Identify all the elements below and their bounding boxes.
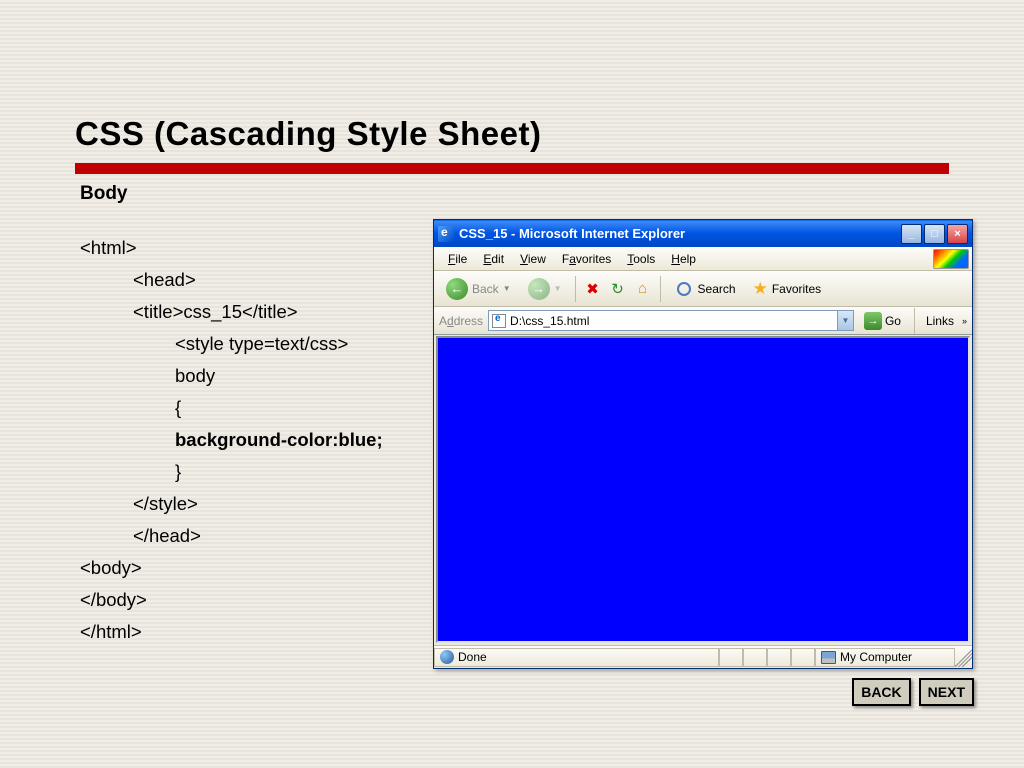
ie-icon bbox=[438, 226, 454, 242]
code-line: body bbox=[80, 360, 383, 392]
address-value: D:\css_15.html bbox=[510, 314, 589, 328]
ie-addressbar: Address D:\css_15.html ▼ → Go Links » bbox=[434, 307, 972, 335]
search-label: Search bbox=[698, 282, 736, 296]
links-button[interactable]: Links bbox=[923, 314, 957, 328]
ie-menubar: File Edit View Favorites Tools Help bbox=[434, 247, 972, 271]
stop-button[interactable]: ✖ bbox=[582, 278, 604, 300]
code-example: <html> <head> <title>css_15</title> <sty… bbox=[80, 232, 383, 648]
code-line: <html> bbox=[80, 232, 383, 264]
ie-toolbar: ← Back ▼ → ▼ ✖ ↻ ⌂ Search ★ Favorites bbox=[434, 271, 972, 307]
status-pane bbox=[719, 648, 743, 667]
status-pane bbox=[767, 648, 791, 667]
windows-logo-icon bbox=[933, 249, 969, 269]
star-icon: ★ bbox=[753, 279, 768, 299]
search-icon bbox=[674, 279, 694, 299]
toolbar-separator bbox=[575, 276, 576, 302]
toolbar-separator bbox=[660, 276, 661, 302]
menu-tools[interactable]: Tools bbox=[619, 250, 663, 268]
slide-title: CSS (Cascading Style Sheet) bbox=[75, 115, 541, 153]
code-line: <body> bbox=[80, 552, 383, 584]
status-pane bbox=[791, 648, 815, 667]
back-slide-button[interactable]: BACK bbox=[852, 678, 910, 706]
menu-help[interactable]: Help bbox=[663, 250, 704, 268]
go-label: Go bbox=[885, 314, 901, 328]
address-dropdown-icon[interactable]: ▼ bbox=[837, 311, 853, 330]
refresh-button[interactable]: ↻ bbox=[607, 278, 629, 300]
ie-statusbar: Done My Computer bbox=[434, 645, 972, 668]
back-button[interactable]: ← Back ▼ bbox=[439, 274, 518, 304]
next-slide-button[interactable]: NEXT bbox=[919, 678, 974, 706]
forward-button[interactable]: → ▼ bbox=[521, 274, 569, 304]
back-arrow-icon: ← bbox=[446, 278, 468, 300]
code-line: <title>css_15</title> bbox=[80, 296, 383, 328]
favorites-button[interactable]: ★ Favorites bbox=[746, 275, 829, 303]
home-button[interactable]: ⌂ bbox=[632, 278, 654, 300]
code-line: </head> bbox=[80, 520, 383, 552]
dropdown-icon: ▼ bbox=[503, 284, 511, 293]
menu-file[interactable]: File bbox=[440, 250, 475, 268]
favorites-label: Favorites bbox=[772, 282, 821, 296]
status-done-label: Done bbox=[458, 650, 487, 664]
ie-content-area bbox=[436, 336, 970, 643]
title-underline bbox=[75, 163, 949, 174]
code-line: </html> bbox=[80, 616, 383, 648]
status-text: Done bbox=[434, 648, 719, 667]
forward-arrow-icon: → bbox=[528, 278, 550, 300]
code-line: { bbox=[80, 392, 383, 424]
address-input[interactable]: D:\css_15.html ▼ bbox=[488, 310, 854, 331]
ie-titlebar[interactable]: CSS_15 - Microsoft Internet Explorer _ □… bbox=[434, 220, 972, 247]
code-line: <head> bbox=[80, 264, 383, 296]
code-line: </body> bbox=[80, 584, 383, 616]
menu-edit[interactable]: Edit bbox=[475, 250, 512, 268]
go-arrow-icon: → bbox=[864, 312, 882, 330]
slide-subtitle: Body bbox=[80, 183, 128, 205]
menu-view[interactable]: View bbox=[512, 250, 554, 268]
maximize-button[interactable]: □ bbox=[924, 224, 945, 244]
status-zone-label: My Computer bbox=[840, 650, 912, 664]
page-icon bbox=[492, 314, 506, 328]
go-button[interactable]: → Go bbox=[859, 310, 906, 332]
my-computer-icon bbox=[821, 651, 836, 664]
code-line-highlighted: background-color:blue; bbox=[80, 424, 383, 456]
slide-nav: BACK NEXT bbox=[852, 678, 974, 706]
close-button[interactable]: × bbox=[947, 224, 968, 244]
ie-window-title: CSS_15 - Microsoft Internet Explorer bbox=[459, 226, 901, 241]
links-chevron-icon[interactable]: » bbox=[962, 316, 967, 326]
search-button[interactable]: Search bbox=[667, 275, 743, 303]
code-line: } bbox=[80, 456, 383, 488]
back-label: Back bbox=[472, 282, 499, 296]
menu-favorites[interactable]: Favorites bbox=[554, 250, 619, 268]
status-zone: My Computer bbox=[815, 648, 955, 667]
done-icon bbox=[440, 650, 454, 664]
address-label: Address bbox=[439, 314, 483, 328]
resize-grip-icon[interactable] bbox=[955, 648, 972, 667]
toolbar-separator bbox=[914, 308, 915, 334]
dropdown-icon: ▼ bbox=[554, 284, 562, 293]
status-pane bbox=[743, 648, 767, 667]
code-line: <style type=text/css> bbox=[80, 328, 383, 360]
minimize-button[interactable]: _ bbox=[901, 224, 922, 244]
ie-browser-window: CSS_15 - Microsoft Internet Explorer _ □… bbox=[433, 219, 973, 669]
code-line: </style> bbox=[80, 488, 383, 520]
